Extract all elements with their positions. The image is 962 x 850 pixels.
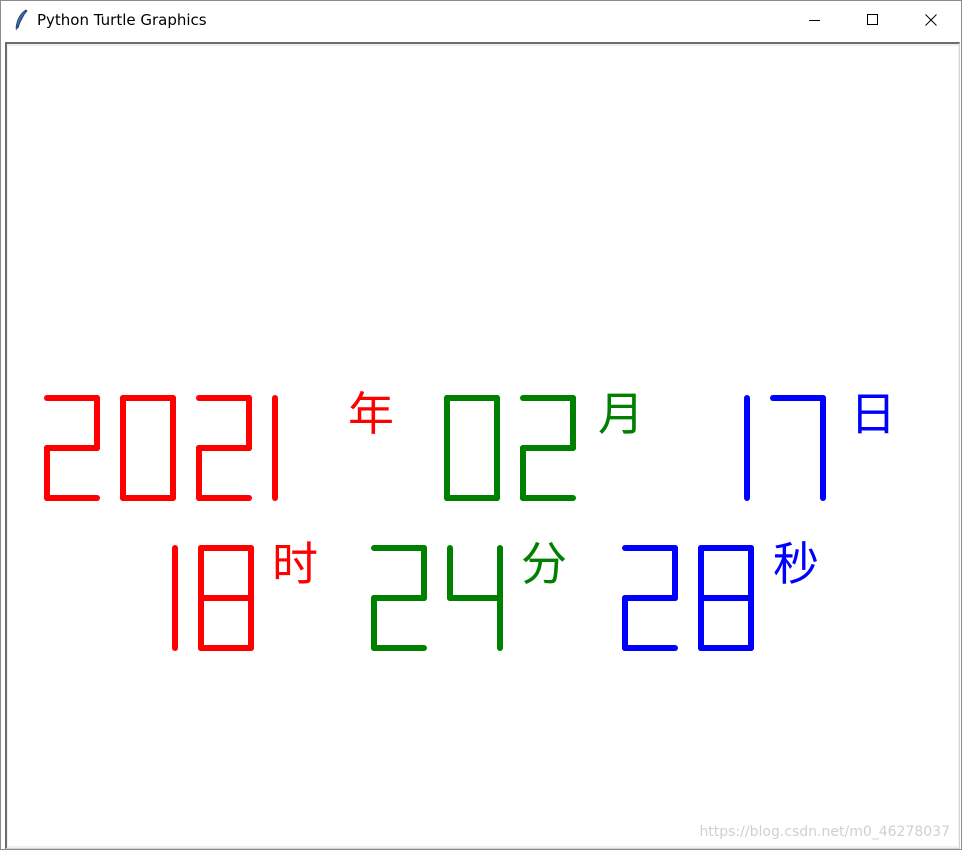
unit-label-year: 年 <box>348 387 394 441</box>
watermark-text: https://blog.csdn.net/m0_46278037 <box>699 824 950 840</box>
close-icon <box>925 14 937 26</box>
digit-1-1-1 <box>44 395 100 501</box>
unit-label-hour: 时 <box>272 537 318 591</box>
digit-2-2-1 <box>371 545 427 651</box>
close-button[interactable] <box>902 1 960 39</box>
digit-2-3-2 <box>698 545 754 651</box>
unit-label-second: 秒 <box>773 537 819 591</box>
title-bar[interactable]: Python Turtle Graphics <box>1 1 961 39</box>
unit-label-minute: 分 <box>521 537 567 591</box>
window-title: Python Turtle Graphics <box>37 11 207 29</box>
maximize-button[interactable] <box>844 1 902 39</box>
digit-2-1-2 <box>198 545 254 651</box>
minimize-icon <box>809 20 820 21</box>
digit-1-1-3 <box>196 395 252 501</box>
digit-2-3-1 <box>622 545 678 651</box>
digit-1-2-1 <box>444 395 500 501</box>
digit-1-2-2 <box>520 395 576 501</box>
feather-icon <box>13 9 29 31</box>
minimize-button[interactable] <box>786 1 844 39</box>
unit-label-month: 月 <box>598 387 644 441</box>
turtle-canvas[interactable]: 年 月 日时 分 秒 https://blog.csdn.net/m0_46278037 <box>8 46 958 846</box>
unit-label-day: 日 <box>850 387 896 441</box>
turtle-window: Python Turtle Graphics 年 月 日时 分 秒 https://bl… <box>0 0 962 850</box>
digit-2-2-2 <box>447 545 503 651</box>
digit-1-3-2 <box>770 395 826 501</box>
digits-drawing <box>44 395 826 651</box>
maximize-icon <box>867 14 878 25</box>
digit-1-1-2 <box>120 395 176 501</box>
